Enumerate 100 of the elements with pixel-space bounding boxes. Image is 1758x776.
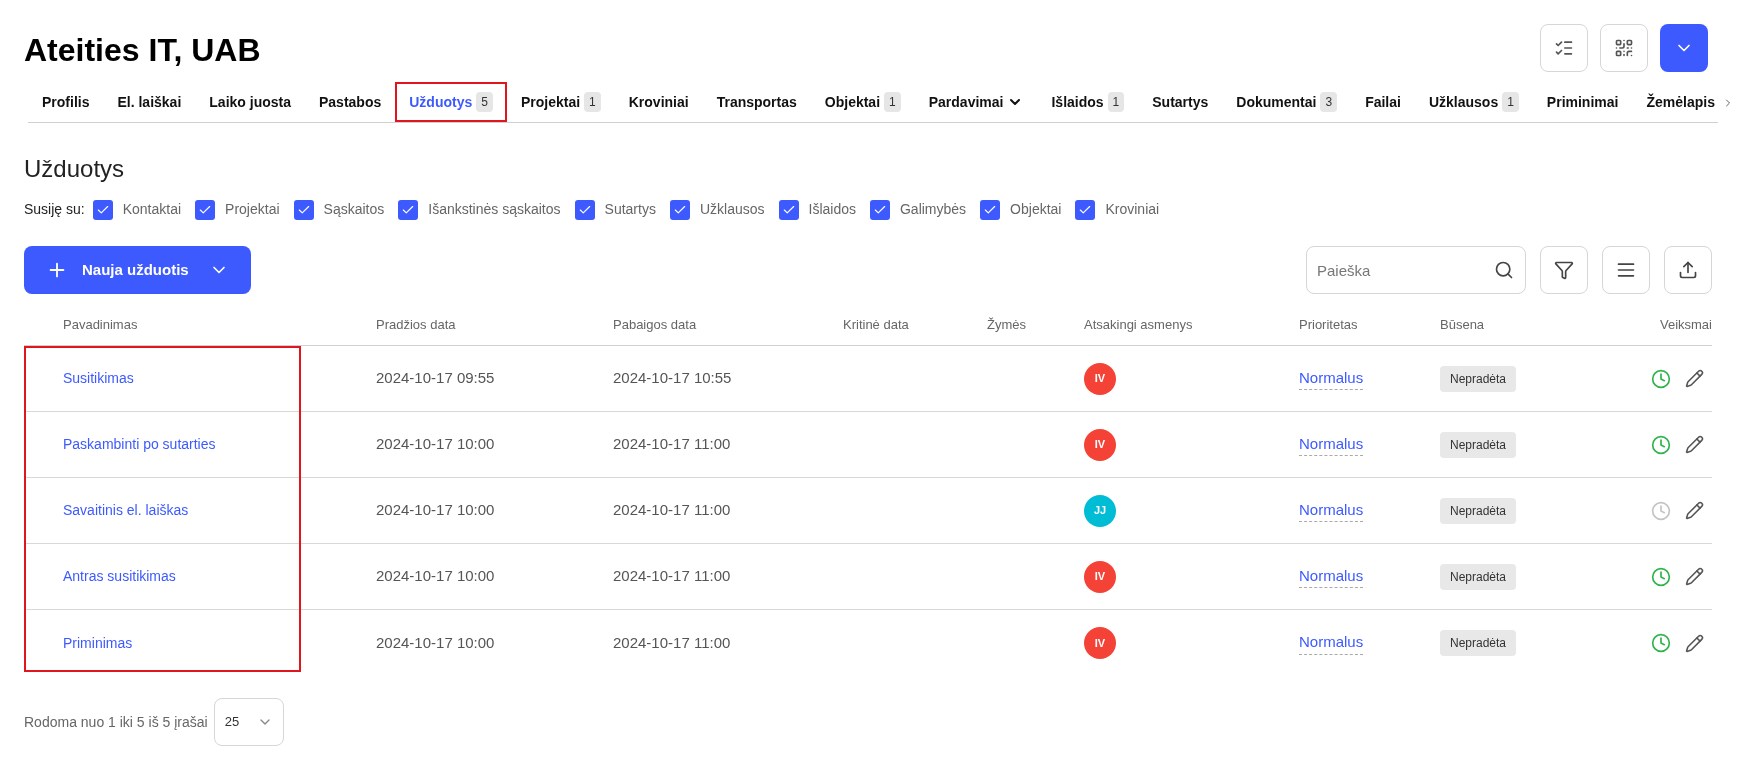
- checkbox-label: Kroviniai: [1105, 200, 1160, 219]
- task-name-link[interactable]: Antras susitikimas: [24, 566, 176, 587]
- assignee-avatar: IV: [1084, 627, 1116, 659]
- clock-icon[interactable]: [1651, 434, 1671, 455]
- start-date-cell-text: 2024-10-17 10:00: [376, 632, 495, 653]
- column-header: Pabaigos data: [613, 315, 697, 334]
- task-name-link[interactable]: Savaitinis el. laiškas: [24, 500, 189, 521]
- header-button[interactable]: [1660, 24, 1708, 72]
- status-badge: Nepradėta: [1440, 365, 1517, 392]
- tab[interactable]: Transportas: [702, 82, 811, 122]
- company-title: Ateities IT, UAB: [24, 31, 261, 70]
- column-header: Pavadinimas: [62, 315, 138, 334]
- edit-icon[interactable]: [1685, 633, 1704, 653]
- tab[interactable]: El. laiškai: [103, 82, 196, 122]
- pagination-summary: Rodoma nuo 1 iki 5 iš 5 įrašai: [24, 712, 208, 732]
- task-name-link[interactable]: Susitikimas: [24, 368, 134, 389]
- checkbox[interactable]: [1075, 199, 1096, 220]
- status-badge: Nepradėta: [1440, 563, 1517, 590]
- priority-link[interactable]: Normalus: [1299, 498, 1364, 523]
- end-date-cell-text: 2024-10-17 11:00: [613, 632, 731, 653]
- checkbox[interactable]: [574, 199, 595, 220]
- checkbox-label: Galimybės: [899, 200, 967, 219]
- tab[interactable]: Pastabos: [305, 82, 396, 122]
- count-badge: 1: [1502, 92, 1519, 112]
- column-header: Prioritetas: [1299, 315, 1358, 334]
- edit-icon[interactable]: [1685, 435, 1704, 454]
- checkbox[interactable]: [293, 199, 314, 220]
- toolbar-button[interactable]: [1602, 246, 1650, 294]
- tab[interactable]: Pardavimai: [914, 82, 1038, 122]
- start-date-cell-text: 2024-10-17 10:00: [376, 434, 495, 455]
- search-field[interactable]: Paieška: [1306, 246, 1526, 294]
- checkbox-label: Projektai: [225, 200, 280, 219]
- checkbox-label: Išankstinės sąskaitos: [428, 200, 561, 219]
- tab[interactable]: Objektai 1: [810, 82, 915, 122]
- toolbar-button[interactable]: [1540, 246, 1588, 294]
- task-name-link[interactable]: Priminimas: [24, 632, 133, 654]
- column-header: Būsena: [1440, 315, 1485, 334]
- checkbox[interactable]: [195, 199, 216, 220]
- new-task-button[interactable]: Nauja užduotis: [24, 246, 251, 294]
- end-date-cell-text: 2024-10-17 11:00: [613, 500, 731, 521]
- tab[interactable]: Užduotys 5: [395, 82, 507, 122]
- priority-link[interactable]: Normalus: [1299, 631, 1364, 655]
- checkbox-label: Objektai: [1010, 200, 1062, 219]
- checkbox[interactable]: [669, 199, 690, 220]
- tab[interactable]: Failai: [1351, 82, 1415, 122]
- start-date-cell-text: 2024-10-17 09:55: [376, 368, 495, 389]
- priority-link[interactable]: Normalus: [1299, 366, 1364, 391]
- count-badge: 1: [1107, 92, 1125, 112]
- tab[interactable]: Dokumentai 3: [1222, 82, 1352, 122]
- page-size-select[interactable]: 25: [213, 698, 284, 746]
- tab[interactable]: Priminimai: [1532, 82, 1633, 122]
- priority-link[interactable]: Normalus: [1299, 564, 1364, 589]
- checkbox[interactable]: [398, 199, 419, 220]
- tab[interactable]: Profilis: [28, 82, 104, 122]
- status-badge: Nepradėta: [1440, 630, 1517, 656]
- clock-icon[interactable]: [1651, 368, 1671, 389]
- checkbox-label: Išlaidos: [808, 200, 856, 219]
- tab[interactable]: Kroviniai: [614, 82, 703, 122]
- clock-icon[interactable]: [1651, 633, 1671, 653]
- status-badge: Nepradėta: [1440, 497, 1517, 524]
- priority-link[interactable]: Normalus: [1299, 432, 1364, 457]
- checkbox-label: Sąskaitos: [323, 200, 385, 219]
- toolbar-button[interactable]: [1664, 246, 1712, 294]
- count-badge: 1: [884, 92, 901, 112]
- clock-icon[interactable]: [1651, 566, 1671, 587]
- checkbox[interactable]: [869, 199, 890, 220]
- checkbox-label: Kontaktai: [122, 200, 182, 219]
- end-date-cell-text: 2024-10-17 11:00: [613, 434, 731, 455]
- tab[interactable]: Užklausos 1: [1414, 82, 1533, 122]
- count-badge: 3: [1320, 92, 1338, 112]
- start-date-cell-text: 2024-10-17 10:00: [376, 500, 495, 521]
- upload-icon: [1678, 260, 1698, 280]
- tab[interactable]: Sutartys: [1138, 82, 1223, 122]
- edit-icon[interactable]: [1685, 501, 1704, 520]
- tab[interactable]: Projektai 1: [506, 82, 615, 122]
- end-date-cell-text: 2024-10-17 11:00: [613, 566, 731, 587]
- filter-icon: [1554, 260, 1574, 280]
- lines-icon: [1616, 260, 1636, 280]
- assignee-avatar: IV: [1084, 560, 1116, 593]
- checkbox[interactable]: [778, 199, 799, 220]
- column-header: Žymės: [987, 315, 1026, 334]
- count-badge: 5: [476, 92, 493, 112]
- search-icon: [1494, 260, 1514, 280]
- header-button[interactable]: [1600, 24, 1648, 72]
- assignee-avatar: IV: [1084, 362, 1116, 395]
- task-name-link[interactable]: Paskambinti po sutarties: [24, 434, 216, 455]
- qr-code-icon: [1614, 38, 1634, 58]
- checklist-icon: [1554, 38, 1574, 58]
- checkbox[interactable]: [980, 199, 1001, 220]
- checkbox[interactable]: [92, 199, 113, 220]
- edit-icon[interactable]: [1685, 567, 1704, 586]
- checkbox-label: Užklausos: [699, 200, 765, 219]
- checkbox-label: Sutartys: [604, 200, 656, 219]
- header-button[interactable]: [1540, 24, 1588, 72]
- assignee-avatar: IV: [1084, 428, 1116, 461]
- column-header: Kritinė data: [843, 315, 909, 334]
- tab[interactable]: Išlaidos 1: [1037, 82, 1139, 122]
- tab[interactable]: Laiko juosta: [195, 82, 305, 122]
- edit-icon[interactable]: [1685, 369, 1704, 388]
- tab[interactable]: Žemėlapis: [1632, 82, 1729, 122]
